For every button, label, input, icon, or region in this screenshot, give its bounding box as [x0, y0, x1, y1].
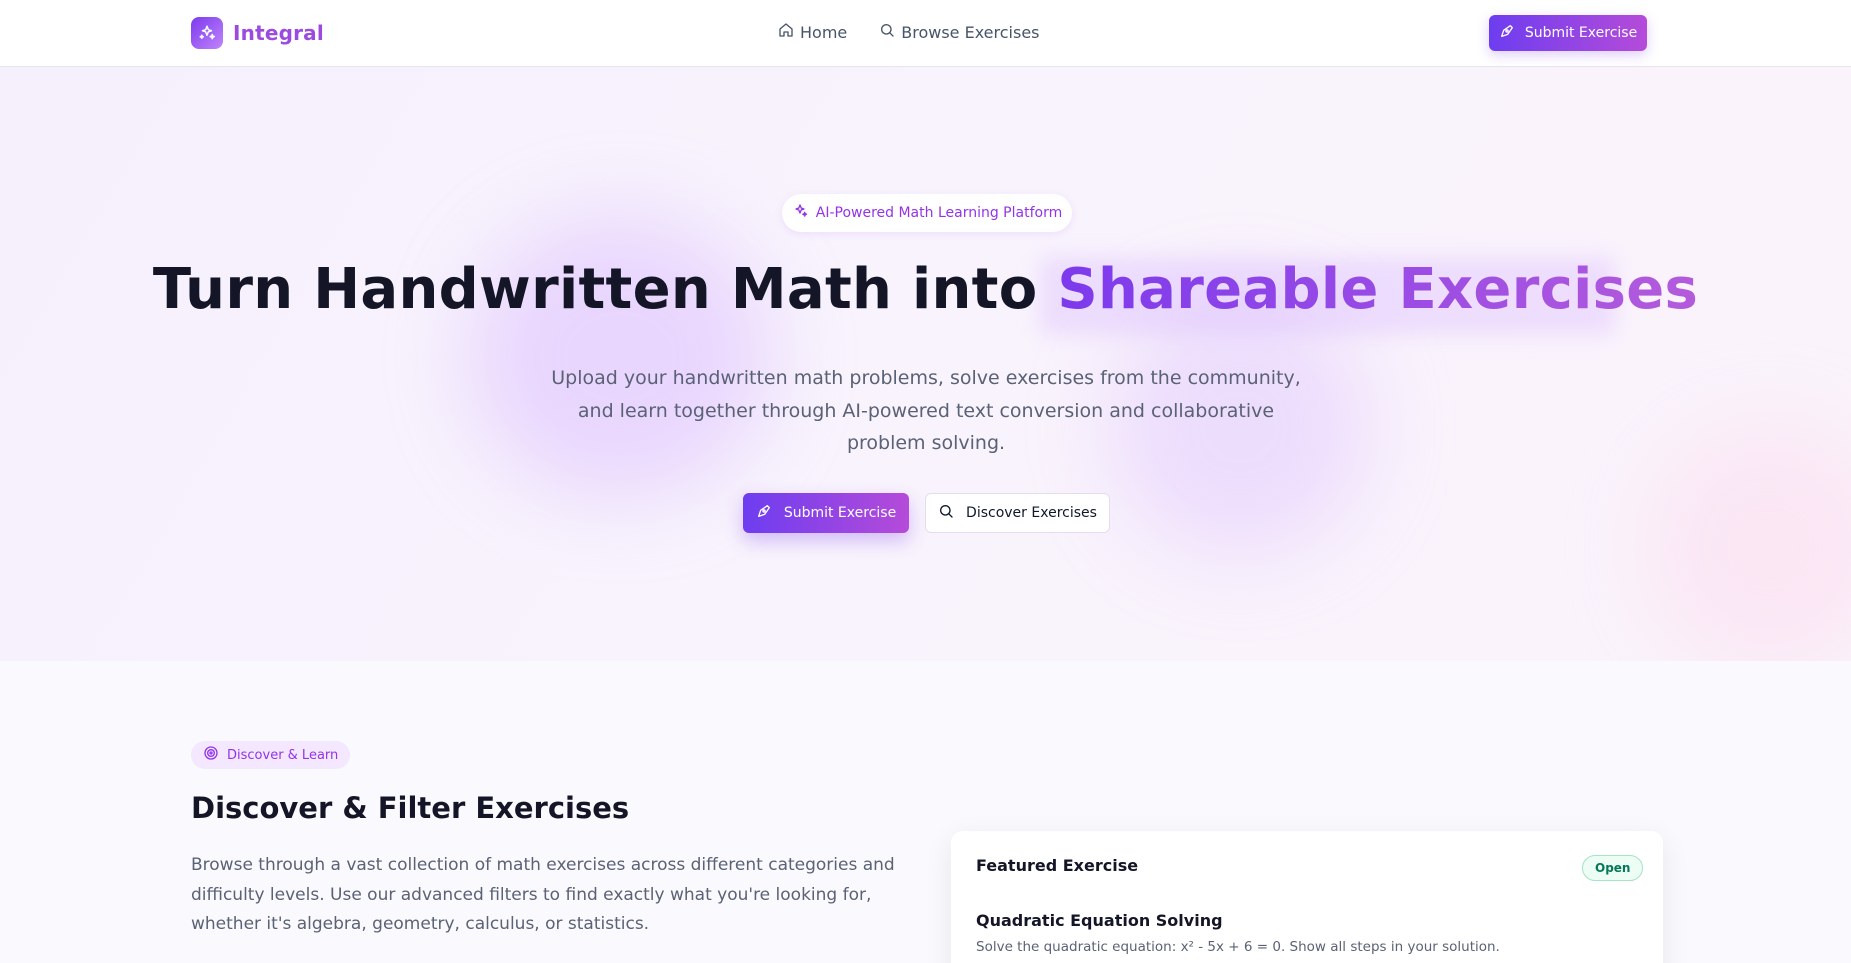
- section-tag-label: Discover & Learn: [227, 747, 339, 763]
- pen-tool-icon: [756, 503, 772, 523]
- hero-section: AI-Powered Math Learning Platform Turn H…: [0, 67, 1851, 661]
- search-icon: [879, 22, 895, 42]
- discover-section: Discover & Learn Discover & Filter Exerc…: [0, 661, 1851, 963]
- logo[interactable]: Integral: [191, 17, 324, 49]
- status-badge: Open: [1582, 855, 1644, 881]
- nav-link-home[interactable]: Home: [778, 22, 847, 42]
- top-navbar: Integral Home Browse Exercises Submit Ex…: [0, 0, 1851, 67]
- headline-accent: Shareable Exercises: [1057, 257, 1699, 322]
- hero-pill-text: AI-Powered Math Learning Platform: [815, 205, 1063, 221]
- nav-link-label: Home: [800, 22, 848, 42]
- button-label: Submit Exercise: [783, 505, 897, 521]
- hero-pill-badge: AI-Powered Math Learning Platform: [782, 194, 1072, 232]
- card-label: Featured Exercise: [976, 856, 1139, 875]
- exercise-description: Solve the quadratic equation: x² - 5x + …: [976, 939, 1500, 955]
- search-icon: [938, 503, 954, 523]
- home-icon: [778, 22, 794, 42]
- hero-submit-exercise-button[interactable]: Submit Exercise: [743, 493, 909, 533]
- submit-exercise-button[interactable]: Submit Exercise: [1489, 15, 1647, 51]
- section-title: Discover & Filter Exercises: [191, 791, 630, 825]
- featured-exercise-card[interactable]: Featured Exercise Open Quadratic Equatio…: [951, 831, 1663, 963]
- nav-link-browse[interactable]: Browse Exercises: [879, 22, 1040, 42]
- headline-main: Turn Handwritten Math into: [152, 257, 1058, 322]
- target-icon: [203, 745, 219, 765]
- submit-exercise-label: Submit Exercise: [1524, 25, 1638, 41]
- hero-subtitle: Upload your handwritten math problems, s…: [551, 367, 1301, 454]
- section-tag: Discover & Learn: [191, 741, 351, 769]
- pen-tool-icon: [1499, 23, 1515, 43]
- sparkles-icon: [191, 17, 223, 49]
- hero-headline: Turn Handwritten Math into Shareable Exe…: [0, 257, 1851, 322]
- section-description: Browse through a vast collection of math…: [191, 855, 895, 934]
- nav-links: Home Browse Exercises: [778, 22, 1040, 42]
- logo-text: Integral: [233, 21, 324, 45]
- hero-buttons: Submit Exercise Discover Exercises: [743, 493, 1110, 533]
- nav-link-label: Browse Exercises: [901, 22, 1040, 42]
- button-label: Discover Exercises: [966, 505, 1097, 521]
- decorative-blob: [1650, 427, 1851, 661]
- sparkles-icon: [792, 203, 808, 223]
- exercise-title: Quadratic Equation Solving: [976, 911, 1223, 930]
- discover-exercises-button[interactable]: Discover Exercises: [925, 493, 1110, 533]
